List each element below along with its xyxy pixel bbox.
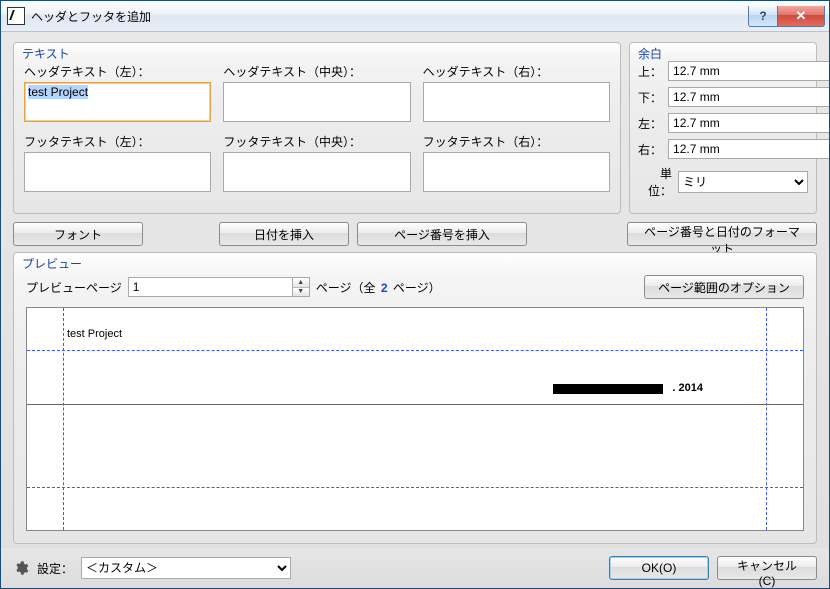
header-right-cell: ヘッダテキスト（右）： xyxy=(423,63,610,125)
margin-bottom-input[interactable] xyxy=(668,87,829,107)
preview-canvas: test Project . 2014 xyxy=(26,307,804,531)
margin-group-legend: 余白 xyxy=(638,45,662,62)
close-button[interactable]: ✕ xyxy=(777,6,825,27)
preview-page-spinner[interactable]: ▲▼ xyxy=(128,277,310,297)
guide-left xyxy=(63,308,64,530)
font-button[interactable]: フォント xyxy=(13,222,143,246)
margin-top-input[interactable] xyxy=(668,61,829,81)
redacted-bar xyxy=(553,384,663,394)
preview-year-text: . 2014 xyxy=(672,382,703,394)
guide-footer xyxy=(27,487,803,488)
margin-top-label: 上： xyxy=(638,63,662,80)
margin-bottom-spinner[interactable]: ▲▼ xyxy=(668,87,829,107)
preview-page-count: ページ（全 2 ページ） xyxy=(316,279,441,296)
dialog-footer: 設定： ＜カスタム＞ OK(O) キャンセル(C) xyxy=(1,548,829,588)
text-group-legend: テキスト xyxy=(22,45,70,62)
page-range-options-button[interactable]: ページ範囲のオプション xyxy=(644,275,804,299)
footer-right-cell: フッタテキスト（右）： xyxy=(423,133,610,195)
preview-group: プレビュー プレビューページ ▲▼ ページ（全 2 ページ） ページ範囲のオプシ… xyxy=(13,252,817,544)
header-center-input[interactable] xyxy=(223,82,410,122)
window-title: ヘッダとフッタを追加 xyxy=(31,8,748,25)
spin-up-icon[interactable]: ▲ xyxy=(293,278,309,288)
settings-label: 設定： xyxy=(37,560,73,577)
margin-bottom-label: 下： xyxy=(638,89,662,106)
margin-left-label: 左： xyxy=(638,115,662,132)
footer-left-input[interactable] xyxy=(24,152,211,192)
close-icon: ✕ xyxy=(796,8,807,24)
margin-left-spinner[interactable]: ▲▼ xyxy=(668,113,829,133)
page-rule xyxy=(27,404,803,405)
guide-header xyxy=(27,350,803,351)
header-center-cell: ヘッダテキスト（中央）： xyxy=(223,63,410,125)
footer-left-cell: フッタテキスト（左）： xyxy=(24,133,211,195)
margin-top-spinner[interactable]: ▲▼ xyxy=(668,61,829,81)
gear-icon xyxy=(13,560,29,576)
text-group: テキスト ヘッダテキスト（左）： ヘッダテキスト（中央）： ヘッダテキスト（右）… xyxy=(13,42,621,214)
guide-right xyxy=(766,308,767,530)
insert-date-button[interactable]: 日付を挿入 xyxy=(219,222,349,246)
header-right-label: ヘッダテキスト（右）： xyxy=(423,63,610,80)
spin-down-icon[interactable]: ▼ xyxy=(293,288,309,297)
dialog-window: ヘッダとフッタを追加 ? ✕ テキスト ヘッダテキスト（左）： ヘッダテキスト（… xyxy=(0,0,830,589)
footer-left-label: フッタテキスト（左）： xyxy=(24,133,211,150)
app-icon xyxy=(7,7,25,25)
header-left-label: ヘッダテキスト（左）： xyxy=(24,63,211,80)
margin-group: 余白 上： ▲▼ 下： ▲▼ 左： xyxy=(629,42,817,214)
margin-left-input[interactable] xyxy=(668,113,829,133)
preview-header-left-text: test Project xyxy=(67,328,122,340)
margin-unit-label: 単位： xyxy=(638,165,672,199)
preview-page-label: プレビューページ xyxy=(26,279,122,296)
header-right-input[interactable] xyxy=(423,82,610,122)
footer-center-input[interactable] xyxy=(223,152,410,192)
insert-page-number-button[interactable]: ページ番号を挿入 xyxy=(357,222,527,246)
footer-center-label: フッタテキスト（中央）： xyxy=(223,133,410,150)
preview-page-input[interactable] xyxy=(128,277,292,297)
settings-select[interactable]: ＜カスタム＞ xyxy=(81,557,291,579)
preview-legend: プレビュー xyxy=(22,255,82,272)
action-button-row: フォント 日付を挿入 ページ番号を挿入 ページ番号と日付のフォーマット xyxy=(13,222,817,246)
footer-right-label: フッタテキスト（右）： xyxy=(423,133,610,150)
header-center-label: ヘッダテキスト（中央）： xyxy=(223,63,410,80)
margin-right-label: 右： xyxy=(638,141,662,158)
format-button[interactable]: ページ番号と日付のフォーマット xyxy=(627,222,817,246)
cancel-button[interactable]: キャンセル(C) xyxy=(717,556,817,580)
help-button[interactable]: ? xyxy=(748,6,778,27)
header-left-input[interactable] xyxy=(24,82,211,122)
ok-button[interactable]: OK(O) xyxy=(609,556,709,580)
margin-unit-select[interactable]: ミリ xyxy=(678,171,808,193)
titlebar: ヘッダとフッタを追加 ? ✕ xyxy=(1,1,829,32)
help-icon: ? xyxy=(759,9,766,23)
footer-center-cell: フッタテキスト（中央）： xyxy=(223,133,410,195)
footer-right-input[interactable] xyxy=(423,152,610,192)
header-left-cell: ヘッダテキスト（左）： xyxy=(24,63,211,125)
margin-right-input[interactable] xyxy=(668,139,829,159)
margin-right-spinner[interactable]: ▲▼ xyxy=(668,139,829,159)
